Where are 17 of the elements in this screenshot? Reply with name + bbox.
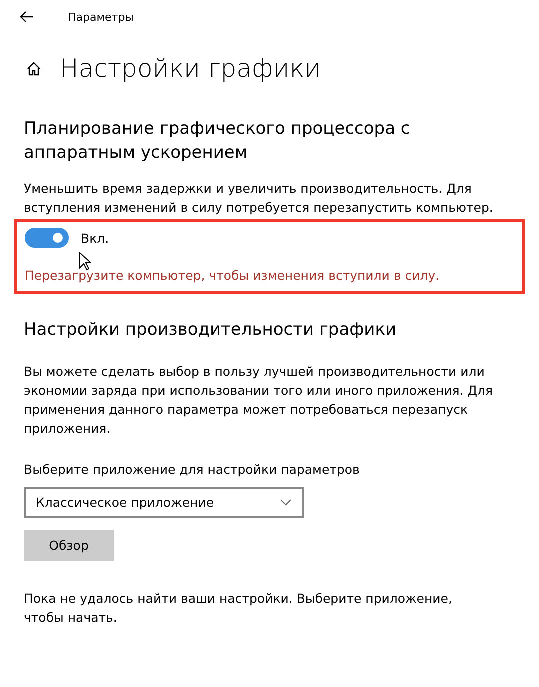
window-title: Параметры — [68, 10, 134, 24]
empty-message: Пока не удалось найти ваши настройки. Выберите приложение, чтобы начать. — [24, 590, 454, 627]
description: Уменьшить время задержки и увеличить производительность. Для вступления изменений в силу потребуется перезапустить компьютер. — [24, 180, 494, 217]
description: Вы можете сделать выбор в пользу лучшей производительности или экономии заряда при использовании того или иного приложения. Для применения данного параметра может потребоваться перезапуск приложения. — [24, 363, 494, 438]
select-label: Выберите приложение для настройки параметров — [24, 461, 361, 479]
browse-button[interactable]: Обзор — [24, 530, 114, 561]
app-type-dropdown[interactable]: Классическое приложение — [24, 487, 304, 518]
cursor-icon — [79, 252, 91, 271]
section-heading: Настройки производительности графики — [24, 319, 398, 342]
page-title: Настройки графики — [60, 54, 322, 83]
back-arrow-icon[interactable] — [20, 11, 34, 23]
toggle-label: Вкл. — [81, 230, 110, 246]
toggle-switch[interactable] — [25, 228, 69, 248]
section-heading: Планирование графического процессора с аппаратным ускорением — [24, 118, 412, 165]
warning-message: Перезагрузите компьютер, чтобы изменения вступили в силу. — [25, 268, 441, 283]
home-icon[interactable] — [26, 60, 42, 76]
chevron-down-icon — [280, 499, 292, 506]
